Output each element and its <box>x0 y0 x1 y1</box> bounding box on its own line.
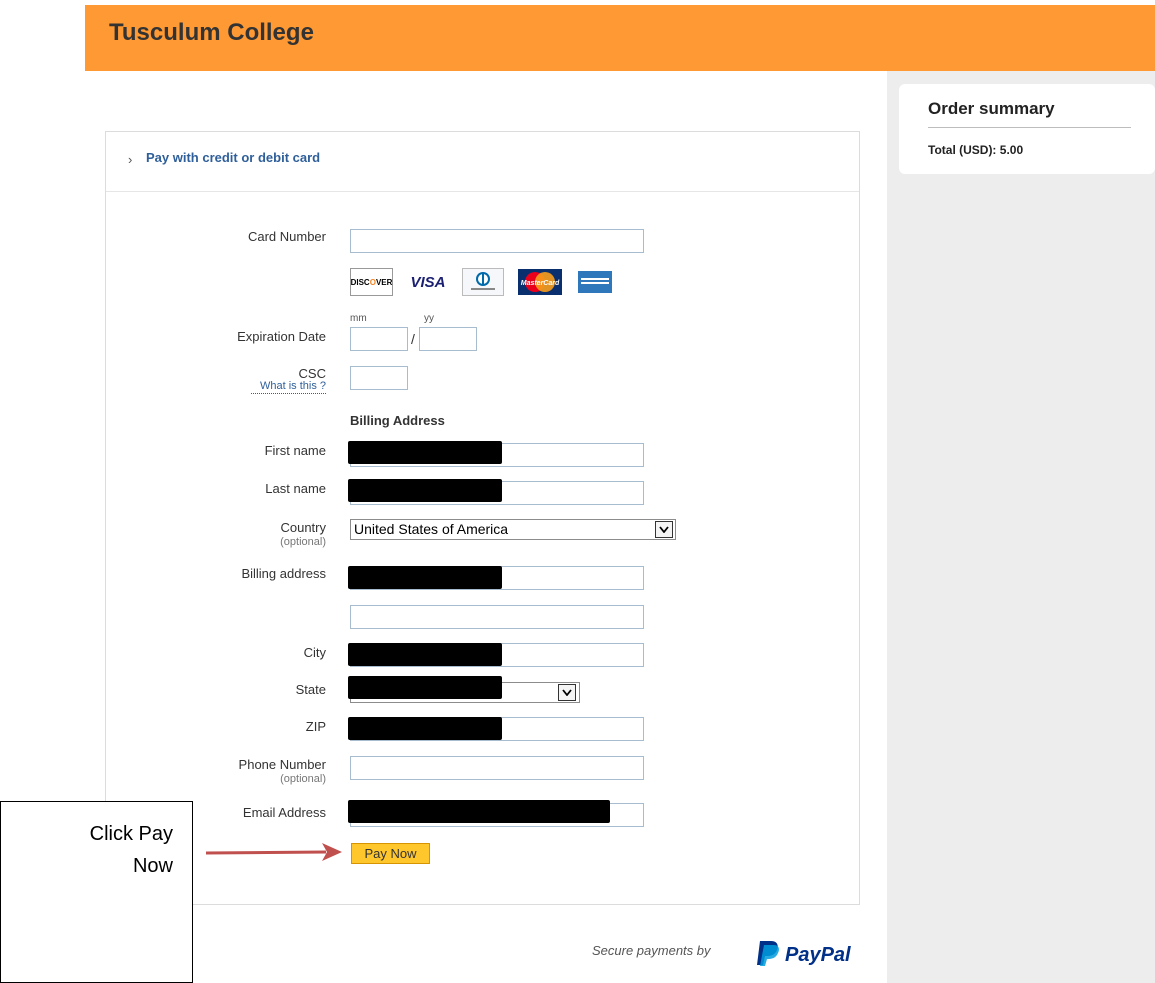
redaction-bar <box>348 441 502 464</box>
expiration-date-label: Expiration Date <box>237 329 326 344</box>
phone-number-input[interactable] <box>350 756 644 780</box>
expiration-month-input[interactable] <box>350 327 408 351</box>
last-name-label: Last name <box>265 481 326 496</box>
csc-label: CSC <box>298 366 326 381</box>
zip-label: ZIP <box>305 719 326 734</box>
country-optional-note: (optional) <box>280 536 326 548</box>
country-select[interactable]: United States of America <box>350 519 676 540</box>
order-summary-card: Order summary Total (USD): 5.00 <box>899 84 1155 174</box>
arrow-right-icon <box>205 843 342 861</box>
csc-help-link[interactable]: What is this ? <box>251 380 326 394</box>
right-column <box>887 71 1155 983</box>
billing-address-line2-input[interactable] <box>350 605 644 629</box>
expiration-year-input[interactable] <box>419 327 477 351</box>
svg-text:MasterCard: MasterCard <box>521 280 560 287</box>
card-number-label: Card Number <box>247 229 326 244</box>
visa-card-icon: VISA <box>410 273 446 291</box>
chevron-right-icon: › <box>128 152 133 167</box>
header-bar: Tusculum College <box>85 5 1155 71</box>
date-separator: / <box>411 331 415 347</box>
redaction-bar <box>348 800 610 823</box>
billing-address-heading: Billing Address <box>350 413 445 428</box>
american-express-card-icon <box>578 268 612 296</box>
mm-hint: mm <box>350 313 367 324</box>
mastercard-card-icon: MasterCard <box>518 268 562 296</box>
summary-divider <box>928 127 1131 128</box>
chevron-down-icon[interactable] <box>655 521 673 538</box>
csc-input[interactable] <box>350 366 408 390</box>
chevron-down-icon[interactable] <box>558 684 576 701</box>
instruction-callout: Click Pay Now <box>0 801 193 983</box>
diners-club-card-icon <box>462 268 504 296</box>
pay-now-button[interactable]: Pay Now <box>351 843 430 864</box>
callout-text: Click Pay Now <box>89 823 173 877</box>
phone-number-label: Phone Number <box>238 757 326 772</box>
city-label: City <box>303 645 326 660</box>
first-name-label: First name <box>264 443 326 458</box>
country-label: Country <box>280 520 326 535</box>
order-summary-title: Order summary <box>928 99 1055 118</box>
state-label: State <box>295 682 326 697</box>
discover-card-icon: DISC O VER <box>350 268 393 296</box>
redaction-bar <box>348 717 502 740</box>
redaction-bar <box>348 676 502 699</box>
redaction-bar <box>348 566 502 589</box>
college-title: Tusculum College <box>109 19 314 46</box>
yy-hint: yy <box>424 313 434 324</box>
secure-payments-text: Secure payments by <box>592 943 711 958</box>
paypal-wordmark: PayPal <box>785 944 851 966</box>
card-number-input[interactable] <box>350 229 644 253</box>
redaction-bar <box>348 479 502 502</box>
billing-address-label: Billing address <box>241 566 326 581</box>
paypal-logo-icon <box>757 941 779 966</box>
country-selected-value: United States of America <box>354 521 509 537</box>
payment-method-header[interactable]: › Pay with credit or debit card <box>106 132 859 192</box>
order-total: Total (USD): 5.00 <box>928 143 1024 157</box>
redaction-bar <box>348 643 502 666</box>
phone-optional-note: (optional) <box>280 773 326 785</box>
pay-with-card-link[interactable]: Pay with credit or debit card <box>146 150 320 165</box>
